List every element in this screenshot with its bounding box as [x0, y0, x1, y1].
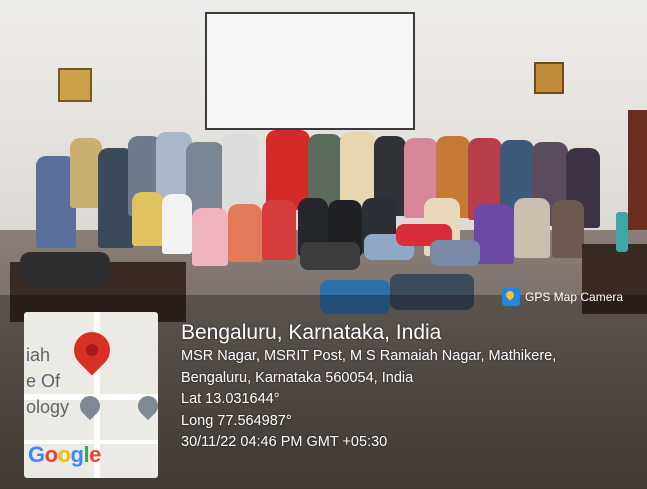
water-bottle [616, 212, 628, 252]
google-logo: Google [28, 442, 101, 468]
map-label-1: iah [26, 345, 51, 365]
map-label-2: e Of [26, 371, 61, 391]
address-line-1: MSR Nagar, MSRIT Post, M S Ramaiah Nagar… [181, 348, 557, 364]
gps-map-camera-logo-icon [502, 288, 520, 306]
wall-portrait-left [58, 68, 92, 102]
address-line-2: Bengaluru, Karnataka 560054, India [181, 369, 414, 386]
timestamp: 30/11/22 04:46 PM GMT +05:30 [181, 434, 388, 450]
gps-map-camera-label: GPS Map Camera [525, 290, 624, 304]
longitude: Long 77.564987° [181, 412, 292, 429]
map-pin-dot [86, 344, 98, 356]
google-logo-letter-2: o [44, 442, 58, 467]
group-photo: GPS Map Camera iah e Of ology Google Ben… [0, 0, 647, 489]
map-label-3: ology [26, 397, 70, 417]
google-logo-letter-6: e [89, 442, 101, 467]
google-logo-letter-3: o [57, 442, 71, 467]
map-thumbnail: iah e Of ology Google [24, 312, 158, 478]
google-logo-letter-4: g [70, 442, 84, 467]
location-info: Bengaluru, Karnataka, India MSR Nagar, M… [181, 320, 556, 454]
google-logo-letter-1: G [28, 442, 45, 467]
location-title: Bengaluru, Karnataka, India [181, 321, 442, 344]
door [628, 110, 647, 230]
gps-map-camera-badge: GPS Map Camera [502, 287, 623, 307]
latitude: Lat 13.031644° [181, 391, 280, 407]
wall-portrait-right [534, 62, 564, 94]
backpack-left [20, 252, 110, 286]
